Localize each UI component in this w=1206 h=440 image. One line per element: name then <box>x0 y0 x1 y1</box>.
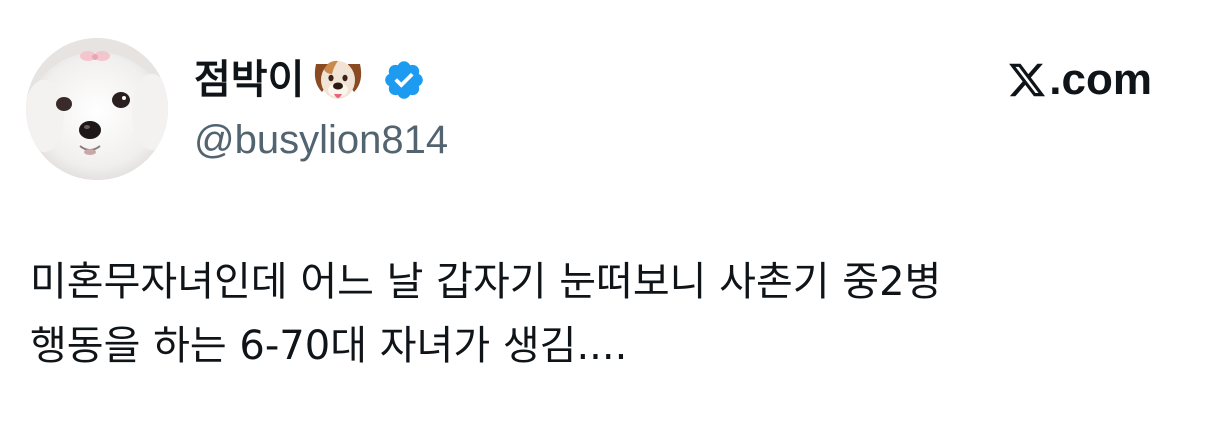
tweet-card: 점박이 @busylion814 .com 미혼무자녀인데 어느 날 갑자기 눈… <box>0 0 1206 440</box>
dog-face-icon <box>310 52 366 108</box>
dog-avatar-image <box>26 38 168 180</box>
brand-domain-text: .com <box>1049 55 1152 104</box>
tweet-text-line: 행동을 하는 6-70대 자녀가 생김.... <box>30 323 628 369</box>
x-brand[interactable]: .com <box>1007 52 1152 108</box>
tweet-text-line: 미혼무자녀인데 어느 날 갑자기 눈떠보니 사촌기 중2병 <box>30 259 942 305</box>
display-name[interactable]: 점박이 <box>194 50 304 110</box>
avatar[interactable] <box>26 38 168 180</box>
verified-badge-icon <box>382 58 426 102</box>
x-logo-icon <box>1007 60 1047 100</box>
display-name-row: 점박이 <box>194 50 426 110</box>
user-handle[interactable]: @busylion814 <box>194 112 448 168</box>
tweet-text: 미혼무자녀인데 어느 날 갑자기 눈떠보니 사촌기 중2병 행동을 하는 6-7… <box>30 250 1180 378</box>
